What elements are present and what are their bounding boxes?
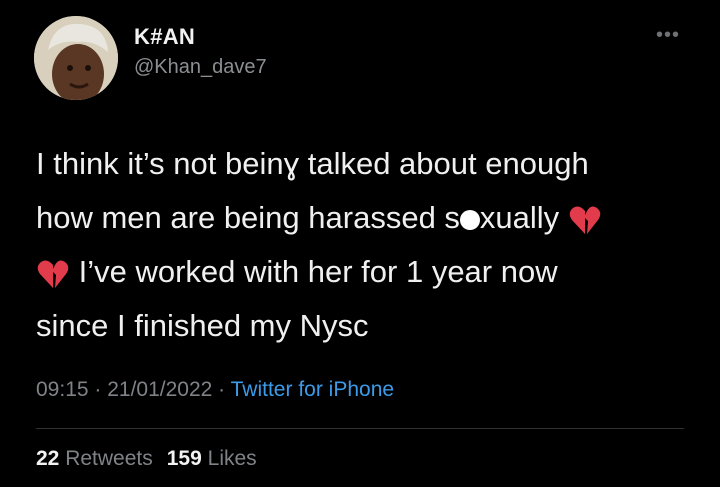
tweet-line-2-start: how men are being harassed s (36, 200, 460, 235)
author-block: K#AN @Khan_dave7 (134, 24, 267, 79)
meta-separator: · (88, 378, 108, 401)
tweet-text: I think it’s not beinɣ talked about enou… (36, 137, 686, 353)
tweet-date: 21/01/2022 (107, 378, 213, 401)
tweet-line-4: since I finished my Nysc (36, 308, 369, 343)
more-horizontal-icon[interactable]: ••• (656, 25, 680, 45)
tweet-line-2-end: xually (479, 200, 568, 235)
tweet-time: 09:15 (36, 378, 89, 401)
retweets-label: Retweets (65, 447, 153, 470)
tweet-line-3-text: I’ve worked with her for 1 year now (70, 254, 558, 289)
likes-count: 159 (166, 447, 202, 470)
tweet-line-3: I’ve worked with her for 1 year now (36, 245, 686, 299)
user-handle[interactable]: @Khan_dave7 (134, 56, 267, 79)
tweet-stats: 22 Retweets 159 Likes (36, 447, 257, 471)
likes-label: Likes (207, 447, 257, 470)
retweets-count: 22 (36, 447, 60, 470)
meta-separator: · (212, 378, 231, 401)
tweet-line-1: I think it’s not beinɣ talked about enou… (36, 146, 589, 181)
likes-stat[interactable]: 159 Likes (167, 447, 257, 470)
tweet-meta: 09:15 · 21/01/2022 · Twitter for iPhone (36, 378, 394, 402)
tweet-source-link[interactable]: Twitter for iPhone (231, 378, 394, 401)
broken-heart-icon (569, 206, 601, 234)
broken-heart-icon (37, 260, 69, 288)
avatar-image (34, 16, 118, 100)
censor-dot-icon (459, 209, 480, 230)
tweet-line-2: how men are being harassed s xually (36, 191, 686, 245)
display-name[interactable]: K#AN (134, 24, 267, 50)
retweets-stat[interactable]: 22 Retweets (36, 447, 153, 470)
divider (36, 428, 684, 429)
avatar[interactable] (34, 16, 118, 100)
